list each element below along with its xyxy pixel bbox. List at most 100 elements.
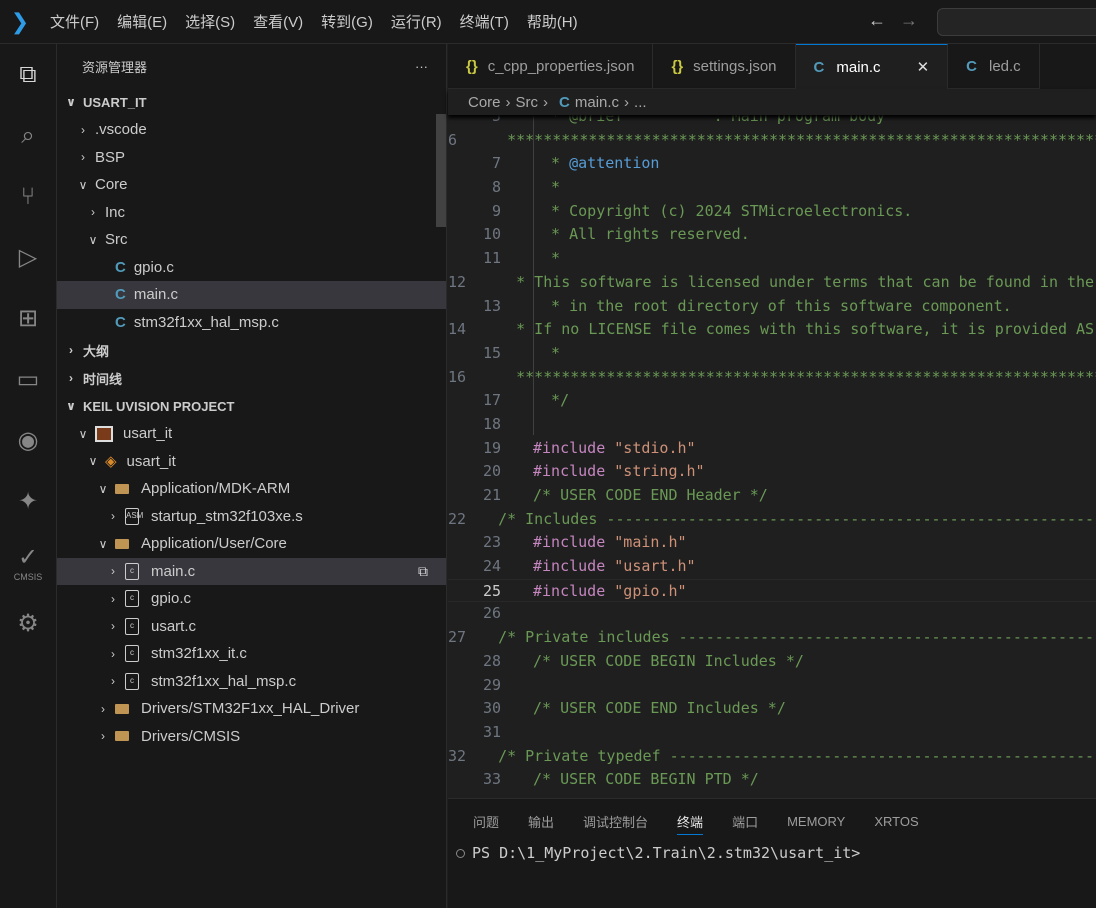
tab-c_cpp_properties-json[interactable]: {} c_cpp_properties.json	[448, 44, 654, 89]
keil-icon[interactable]: ✦	[0, 471, 56, 532]
outline-section[interactable]: › 大纲	[57, 336, 446, 364]
source-control-icon[interactable]: ⑂	[0, 166, 56, 227]
menu-item[interactable]: 转到(G)	[311, 11, 381, 32]
code-token: "string.h"	[614, 462, 705, 481]
code-token: /* USER CODE END Includes */	[533, 699, 786, 718]
copy-icon[interactable]: ⧉	[418, 563, 428, 580]
tree-item[interactable]: ∨ Core	[57, 171, 446, 199]
folder-icon	[115, 538, 129, 549]
code-line: 22 /* Includes --------------------------…	[448, 508, 1096, 532]
panel-tab[interactable]: MEMORY	[787, 799, 845, 844]
tree-item[interactable]: › Drivers/STM32F1xx_HAL_Driver	[57, 695, 446, 723]
tree-item-label: stm32f1xx_it.c	[151, 645, 247, 663]
tree-item[interactable]: › c stm32f1xx_it.c	[57, 640, 446, 668]
command-center-search[interactable]	[937, 8, 1096, 36]
tree-item[interactable]: › c usart.c	[57, 613, 446, 641]
line-number: 26	[482, 604, 501, 623]
run-debug-icon[interactable]: ▷	[0, 227, 56, 288]
tree-item[interactable]: › .vscode	[57, 116, 446, 144]
menu-item[interactable]: 查看(V)	[243, 11, 311, 32]
sidebar-scrollbar[interactable]	[436, 114, 446, 227]
c-file-icon: C	[115, 313, 126, 331]
search-icon[interactable]: ⌕	[0, 105, 56, 166]
tree-item[interactable]: › ASM startup_stm32f103xe.s	[57, 503, 446, 531]
code-line: 16 *************************************…	[448, 366, 1096, 390]
back-arrow-icon[interactable]: ←	[868, 10, 900, 30]
code-token: /* USER CODE END Header */	[533, 486, 768, 504]
terminal[interactable]: PS D:\1_MyProject\2.Train\2.stm32\usart_…	[448, 844, 1096, 862]
code-text: * Copyright (c) 2024 STMicroelectronics.	[501, 200, 912, 224]
menu-item[interactable]: 运行(R)	[381, 11, 450, 32]
menu-item[interactable]: 终端(T)	[450, 11, 517, 32]
tab-settings-json[interactable]: {} settings.json	[653, 44, 796, 89]
terminal-prompt: PS D:\1_MyProject\2.Train\2.stm32\usart_…	[472, 844, 861, 862]
forward-arrow-icon[interactable]: →	[900, 10, 932, 30]
panel-tab[interactable]: 输出	[528, 799, 554, 844]
timeline-section[interactable]: › 时间线	[57, 364, 446, 392]
code-token: #include	[533, 462, 606, 481]
explorer-icon[interactable]: ⧉	[0, 44, 56, 105]
keil-project-section[interactable]: ∨ KEIL UVISION PROJECT	[57, 392, 446, 420]
menu-item[interactable]: 选择(S)	[175, 11, 243, 32]
workspace-header[interactable]: ∨ USART_IT	[57, 88, 446, 116]
code-line: 6 **************************************…	[448, 129, 1096, 153]
code-text: /* Includes ----------------------------…	[466, 508, 1096, 532]
tree-item[interactable]: Cgpio.c	[57, 254, 446, 282]
tree-item[interactable]: › c gpio.c	[57, 585, 446, 613]
c-source-file-icon: c	[125, 590, 139, 608]
panel-tab[interactable]: XRTOS	[874, 799, 918, 844]
tree-item[interactable]: › c main.c ⧉	[57, 557, 446, 585]
espressif-icon[interactable]: ◉	[0, 410, 56, 471]
cmsis-icon[interactable]: ✓ CMSIS	[0, 532, 56, 593]
tree-item[interactable]: › c stm32f1xx_hal_msp.c	[57, 668, 446, 696]
code-text: /* USER CODE END Includes */	[501, 697, 786, 721]
tree-item[interactable]: ∨ Application/MDK-ARM	[57, 475, 446, 503]
more-actions-icon[interactable]: ···	[415, 59, 428, 74]
line-number: 20	[482, 462, 501, 481]
panel-tab[interactable]: 端口	[732, 799, 758, 844]
chevron-right-icon: ›	[111, 564, 115, 579]
menu-item[interactable]: 文件(F)	[40, 11, 107, 32]
tree-item[interactable]: › Inc	[57, 199, 446, 227]
panel-tab[interactable]: 终端	[677, 799, 704, 844]
tree-item[interactable]: ∨ ◈ usart_it	[57, 448, 446, 476]
c-source-file-icon: c	[125, 562, 139, 580]
tree-item[interactable]: › Drivers/CMSIS	[57, 723, 446, 751]
navigation: ←→	[868, 10, 932, 31]
tree-item-label: Src	[105, 231, 128, 249]
panel-tab[interactable]: 调试控制台	[583, 799, 648, 844]
breadcrumb-item[interactable]: main.c	[575, 94, 619, 111]
tree-item-label: usart_it	[126, 452, 176, 470]
chevron-right-icon: ›	[91, 205, 95, 220]
breadcrumb-item[interactable]: Core	[468, 94, 501, 111]
menu-item[interactable]: 编辑(E)	[107, 11, 175, 32]
code-line: 29	[448, 674, 1096, 698]
c-file-icon: C	[966, 57, 977, 75]
code-editor[interactable]: 5 * @brief : Main program body 6 ********…	[448, 105, 1096, 798]
code-line: 27 /* Private includes ------------------…	[448, 626, 1096, 650]
chevron-right-icon: ›	[111, 509, 115, 524]
extensions-icon[interactable]: ⊞	[0, 288, 56, 349]
breadcrumb-separator-icon: ›	[624, 93, 630, 111]
menu-item[interactable]: 帮助(H)	[517, 11, 586, 32]
tree-item[interactable]: › BSP	[57, 144, 446, 172]
panel-tab[interactable]: 问题	[473, 799, 499, 844]
tree-item[interactable]: ∨ Src	[57, 226, 446, 254]
code-token: "gpio.h"	[614, 581, 687, 600]
breadcrumb-item[interactable]: ...	[634, 94, 647, 111]
c-file-icon: C	[813, 58, 825, 76]
chevron-right-icon: ›	[69, 343, 73, 357]
device-settings-icon[interactable]: ⚙	[0, 593, 56, 654]
tree-item[interactable]: ∨ Application/User/Core	[57, 530, 446, 558]
tree-item-label: Application/MDK-ARM	[141, 480, 291, 498]
tab-main-c[interactable]: Cmain.c ✕	[795, 44, 949, 89]
breadcrumb-item[interactable]: Src	[516, 94, 539, 111]
close-icon[interactable]: ✕	[917, 58, 930, 76]
remote-explorer-icon[interactable]: ▭	[0, 349, 56, 410]
tree-item[interactable]: ∨ usart_it	[57, 420, 446, 448]
tree-item[interactable]: Cstm32f1xx_hal_msp.c	[57, 309, 446, 337]
tab-led-c[interactable]: Cled.c	[948, 44, 1040, 89]
tree-item[interactable]: Cmain.c	[57, 281, 446, 309]
